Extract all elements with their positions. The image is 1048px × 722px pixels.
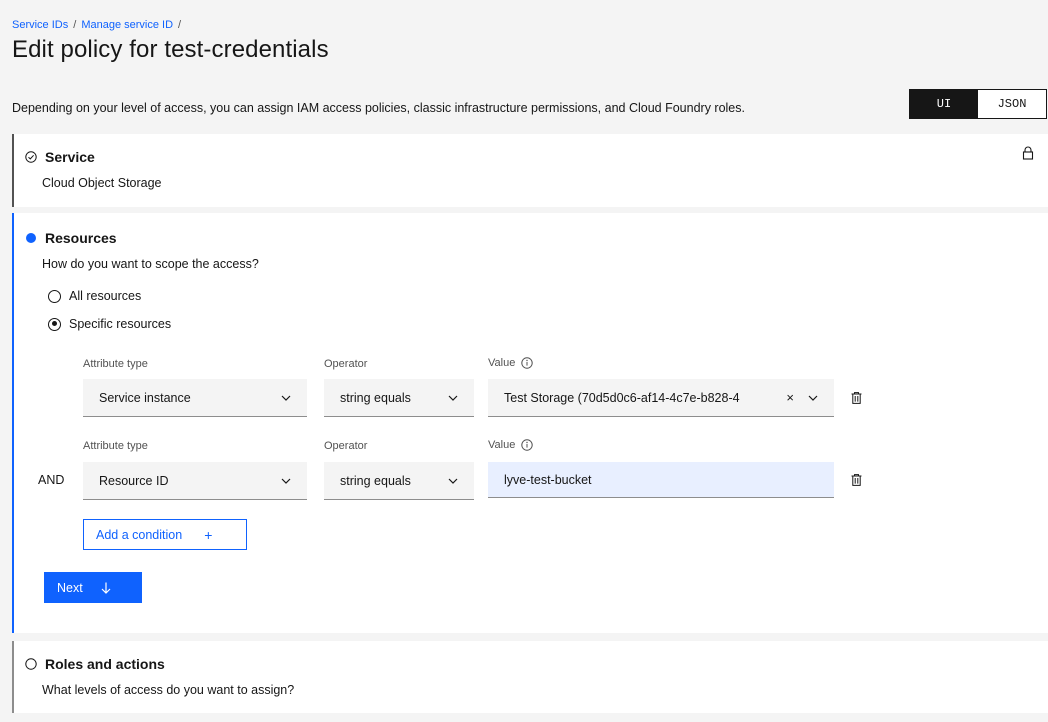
radio-all-resources[interactable]: All resources [48,289,141,303]
service-value: Cloud Object Storage [42,176,162,190]
clear-selection-icon[interactable]: × [786,390,794,405]
operator-value: string equals [340,473,411,488]
value-label: Value [488,357,534,369]
value-label: Value [488,439,534,451]
resource-id-input[interactable]: lyve-test-bucket [488,462,834,498]
checkmark-outline-icon [25,151,37,163]
chevron-down-icon [808,395,818,401]
breadcrumb-manage-service-id[interactable]: Manage service ID [81,19,173,31]
resources-section: Resources How do you want to scope the a… [12,213,1048,633]
next-label: Next [57,580,83,595]
breadcrumb: Service IDs / Manage service ID / [12,19,186,31]
attribute-type-select[interactable]: Resource ID [83,462,307,500]
value-select-value: Test Storage (70d5d0c6-af14-4c7e-b828-4 [504,390,740,405]
delete-condition-icon[interactable] [851,392,862,404]
page-title: Edit policy for test-credentials [12,36,329,63]
service-heading: Service [45,149,95,165]
service-section: Service Cloud Object Storage [12,134,1048,207]
operator-label: Operator [324,358,368,370]
roles-heading: Roles and actions [45,656,165,672]
toggle-json[interactable]: JSON [978,90,1046,118]
add-condition-button[interactable]: Add a condition + [83,519,247,550]
roles-question: What levels of access do you want to ass… [42,683,295,697]
arrow-down-icon [101,582,111,594]
operator-select[interactable]: string equals [324,379,474,417]
radio-specific-resources[interactable]: Specific resources [48,317,171,331]
breadcrumb-separator: / [178,19,182,31]
radio-button[interactable] [48,289,61,303]
incomplete-step-icon [25,658,37,670]
value-select[interactable]: Test Storage (70d5d0c6-af14-4c7e-b828-4 … [488,379,834,417]
and-conjunction: AND [38,473,65,487]
toggle-ui[interactable]: UI [910,90,978,118]
radio-label: All resources [69,289,142,303]
info-icon[interactable] [521,357,534,369]
radio-label: Specific resources [69,317,172,331]
operator-label: Operator [324,440,368,452]
add-icon: + [204,526,213,543]
roles-heading-row: Roles and actions [25,656,165,672]
breadcrumb-separator: / [73,19,77,31]
attribute-type-select[interactable]: Service instance [83,379,307,417]
add-condition-label: Add a condition [96,527,183,542]
radio-button-checked[interactable] [48,317,61,331]
chevron-down-icon [281,478,291,484]
chevron-down-icon [448,478,458,484]
page-description: Depending on your level of access, you c… [12,101,745,115]
attribute-type-value: Resource ID [99,473,169,488]
resources-heading: Resources [45,230,117,246]
chevron-down-icon [448,395,458,401]
resources-heading-row: Resources [25,230,117,246]
current-step-icon [26,233,36,243]
breadcrumb-service-ids[interactable]: Service IDs [12,19,68,31]
info-icon[interactable] [521,439,534,451]
service-heading-row: Service [25,149,95,165]
scope-question: How do you want to scope the access? [42,257,259,271]
attribute-type-label: Attribute type [83,440,148,452]
chevron-down-icon [281,395,291,401]
delete-condition-icon[interactable] [851,474,862,486]
lock-icon [1022,146,1034,160]
view-toggle: UI JSON [909,89,1047,119]
roles-section: Roles and actions What levels of access … [12,641,1048,713]
next-button[interactable]: Next [44,572,142,603]
attribute-type-label: Attribute type [83,358,148,370]
operator-select[interactable]: string equals [324,462,474,500]
operator-value: string equals [340,390,411,405]
attribute-type-value: Service instance [99,390,191,405]
